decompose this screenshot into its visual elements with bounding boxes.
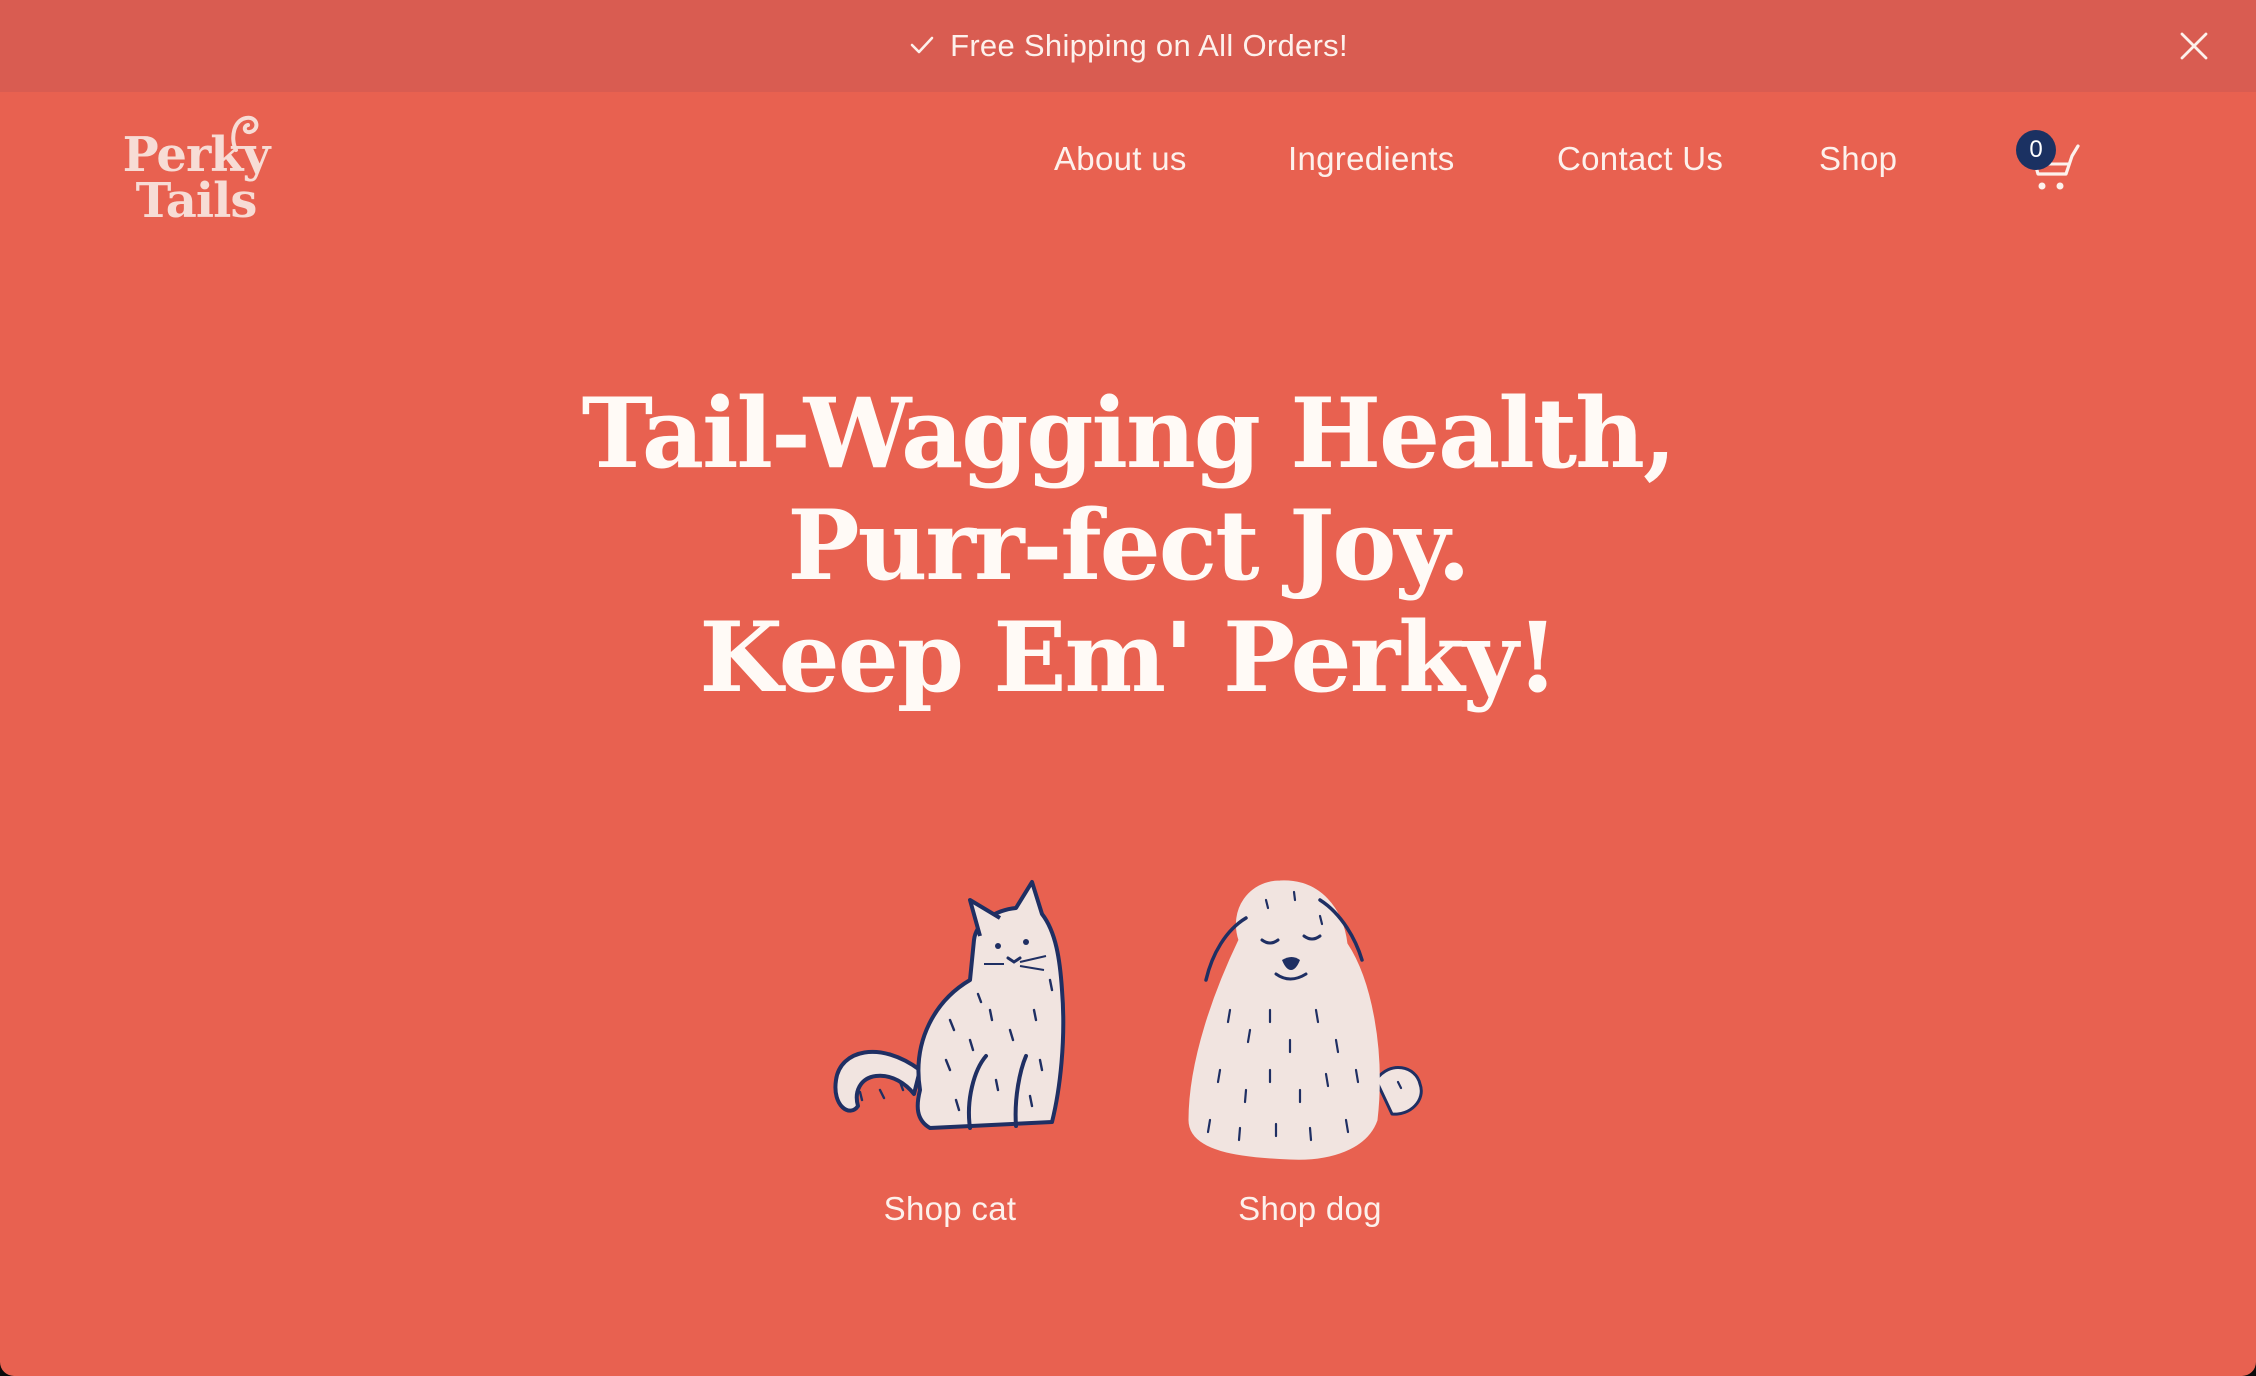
nav-item-ingredients[interactable]: Ingredients	[1288, 140, 1455, 178]
cat-illustration-icon	[833, 880, 1066, 1130]
shop-dog-link[interactable]: Shop dog	[1170, 870, 1450, 1240]
hero-line-2: Purr-fect Joy.	[787, 489, 1470, 602]
nav-item-shop[interactable]: Shop	[1819, 140, 1897, 178]
hero-line-3: Keep Em' Perky!	[699, 601, 1558, 714]
shop-cat-link[interactable]: Shop cat	[820, 870, 1080, 1240]
check-icon	[908, 25, 936, 67]
close-icon	[2180, 32, 2208, 60]
brand-line-1: Perky	[122, 127, 271, 183]
nav-item-contact-us[interactable]: Contact Us	[1557, 140, 1723, 178]
brand-logo[interactable]: Perky Tails	[116, 112, 286, 232]
hero-headline: Tail-Wagging Health, Purr-fect Joy. Keep…	[0, 378, 2256, 714]
brand-line-2: Tails	[135, 173, 258, 229]
announcement-text: Free Shipping on All Orders!	[950, 28, 1348, 63]
dog-illustration-icon	[1188, 880, 1423, 1160]
announcement-bar: Free Shipping on All Orders!	[0, 0, 2256, 92]
close-announcement-button[interactable]	[2176, 28, 2212, 64]
shop-cat-label: Shop cat	[883, 1190, 1017, 1227]
page: Free Shipping on All Orders! Perky Tails…	[0, 0, 2256, 1376]
cart-button[interactable]: 0	[2016, 130, 2082, 194]
nav-item-about-us[interactable]: About us	[1054, 140, 1187, 178]
announcement-content: Free Shipping on All Orders!	[908, 25, 1348, 67]
hero-line-1: Tail-Wagging Health,	[581, 377, 1677, 490]
cart-count-badge: 0	[2016, 130, 2056, 170]
shop-dog-label: Shop dog	[1238, 1190, 1382, 1227]
